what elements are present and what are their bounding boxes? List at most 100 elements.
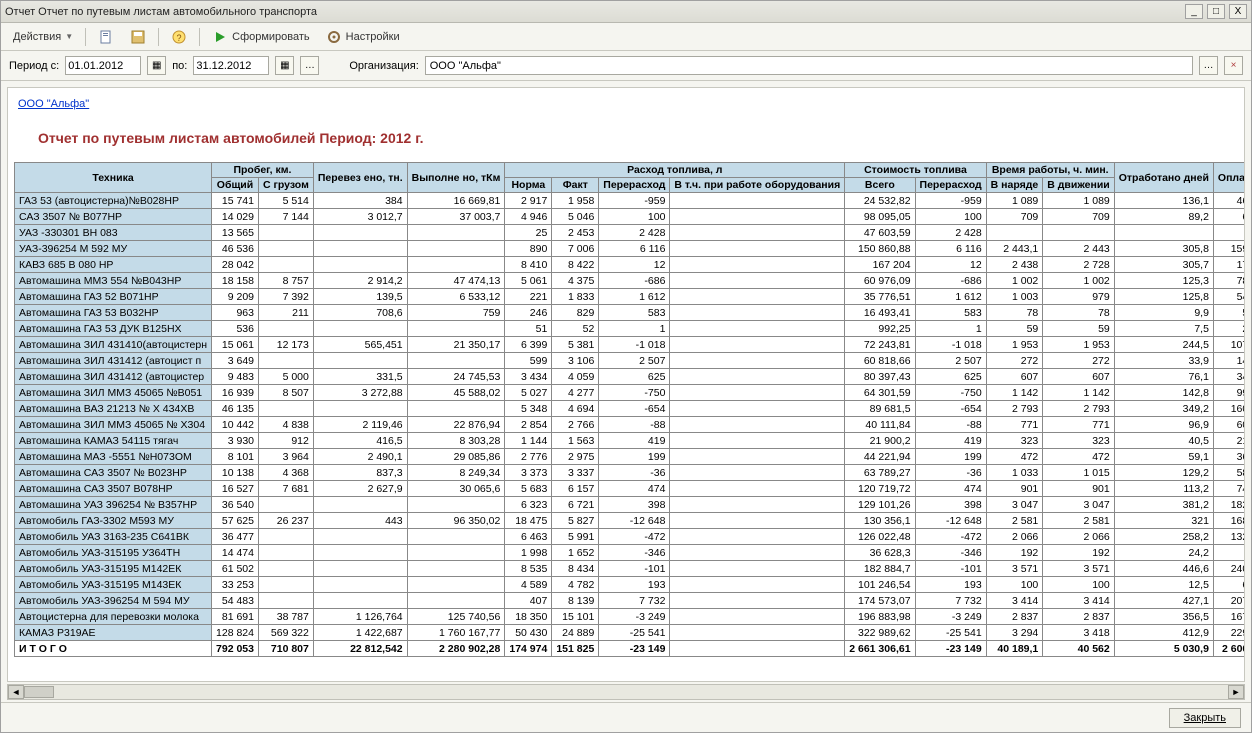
date-from-input[interactable] [65, 56, 141, 75]
table-row[interactable]: Автомашина ВАЗ 21213 № Х 434ХВ46 1355 34… [15, 401, 1246, 417]
separator [199, 28, 200, 46]
table-row[interactable]: Автомашина ЗИЛ 431412 (автоцист п3 64959… [15, 353, 1246, 369]
settings-button[interactable]: Настройки [320, 27, 406, 47]
cell-value: 2 917 [505, 193, 552, 209]
table-row[interactable]: УАЗ-396254 М 592 МУ46 5368907 0066 11615… [15, 241, 1246, 257]
cell-value [259, 321, 314, 337]
cell-value: 139,5 [313, 289, 407, 305]
cell-value: 16 939 [212, 385, 259, 401]
table-row[interactable]: Автомобиль УАЗ-315195 М143ЕК33 2534 5894… [15, 577, 1246, 593]
table-row[interactable]: Автомашина ЗИЛ 431410(автоцистерн15 0611… [15, 337, 1246, 353]
col-mileage: Пробег, км. [212, 163, 314, 178]
calendar-from-button[interactable]: ▦ [147, 56, 166, 75]
table-row[interactable]: Автомашина ЗИЛ ММЗ 45065 №В05116 9398 50… [15, 385, 1246, 401]
horizontal-scrollbar[interactable]: ◄ ► [7, 684, 1245, 700]
cell-value: 96,9 [1114, 417, 1213, 433]
toolbar: Действия ▼ ? Сформировать [1, 23, 1251, 51]
cell-value: 60 818,66 [845, 353, 915, 369]
org-input[interactable] [425, 56, 1193, 75]
cell-value [670, 321, 845, 337]
table-row[interactable]: Автомашина МАЗ -5551 №Н073ОМ8 1013 9642 … [15, 449, 1246, 465]
close-window-button[interactable]: X [1229, 4, 1247, 19]
table-row[interactable]: Автомашина САЗ 3507 № В023НР10 1384 3688… [15, 465, 1246, 481]
org-clear-button[interactable]: × [1224, 56, 1243, 75]
cell-value: 6 157 [552, 481, 599, 497]
cell-value: 89 681,5 [845, 401, 915, 417]
cell-value: 5 712 [1213, 545, 1245, 561]
cell-value [670, 433, 845, 449]
org-select-button[interactable]: … [1199, 56, 1218, 75]
cell-value: 45 588,02 [407, 385, 505, 401]
cell-value: -25 541 [599, 625, 670, 641]
help-icon: ? [171, 29, 187, 45]
table-row[interactable]: Автомашина ЗИЛ 431412 (автоцистер9 4835 … [15, 369, 1246, 385]
table-row[interactable]: САЗ 3507 № В077НР14 0297 1443 012,737 00… [15, 209, 1246, 225]
cell-value: 5 027 [505, 385, 552, 401]
report-viewport[interactable]: ООО "Альфа" Отчет по путевым листам авто… [7, 87, 1245, 682]
table-row[interactable]: Автомашина ГАЗ 53 В032НР963211708,675924… [15, 305, 1246, 321]
table-row[interactable]: Автомобиль УАЗ-315195 М142ЕК61 5028 5358… [15, 561, 1246, 577]
help-button[interactable]: ? [165, 27, 193, 47]
cell-value: 1 958 [552, 193, 599, 209]
cell-value: 1 002 [986, 273, 1043, 289]
generate-button[interactable]: Сформировать [206, 27, 316, 47]
cell-value: 992,25 [845, 321, 915, 337]
cell-name: Автомобиль УАЗ-315195 М142ЕК [15, 561, 212, 577]
cell-value: 412,9 [1114, 625, 1213, 641]
org-link[interactable]: ООО "Альфа" [18, 98, 89, 110]
cell-value: 381,2 [1114, 497, 1213, 513]
table-row[interactable]: Автомобиль ГАЗ-3302 М593 МУ57 62526 2374… [15, 513, 1246, 529]
cell-value [259, 561, 314, 577]
table-row[interactable]: Автомашина ГАЗ 53 ДУК В125НХ53651521992,… [15, 321, 1246, 337]
table-row[interactable]: УАЗ -330301 ВН 08313 565252 4532 42847 6… [15, 225, 1246, 241]
doc-icon-button[interactable] [92, 27, 120, 47]
cell-value: 18 350 [505, 609, 552, 625]
maximize-button[interactable]: □ [1207, 4, 1225, 19]
col-tech: Техника [15, 163, 212, 193]
separator [158, 28, 159, 46]
cell-value: 771 [1043, 417, 1114, 433]
table-row[interactable]: Автомашина ГАЗ 52 В071НР9 2097 392139,56… [15, 289, 1246, 305]
table-row[interactable]: Автомашина ММЗ 554 №В043НР18 1588 7572 9… [15, 273, 1246, 289]
cell-value: 771 [986, 417, 1043, 433]
save-icon-button[interactable] [124, 27, 152, 47]
cell-value: 16 669,81 [407, 193, 505, 209]
cell-value: 912 [259, 433, 314, 449]
cell-value: 5 282,75 [1213, 305, 1245, 321]
period-select-button[interactable]: … [300, 56, 319, 75]
scroll-thumb[interactable] [24, 686, 54, 698]
cell-value: 15 101 [552, 609, 599, 625]
calendar-to-button[interactable]: ▦ [275, 56, 294, 75]
cell-value: 150 860,88 [845, 241, 915, 257]
cell-value: 1 953 [1043, 337, 1114, 353]
cell-value: 2 443 [1043, 241, 1114, 257]
table-row[interactable]: Автоцистерна для перевозки молока81 6913… [15, 609, 1246, 625]
table-row[interactable]: Автомашина УАЗ 396254 № В357НР36 5406 32… [15, 497, 1246, 513]
cell-value: 569 322 [259, 625, 314, 641]
cell-value: 3 047 [1043, 497, 1114, 513]
actions-menu[interactable]: Действия ▼ [7, 29, 79, 45]
cell-value: 2 887,45 [1213, 321, 1245, 337]
cell-value: 536 [212, 321, 259, 337]
cell-value: 50 430 [505, 625, 552, 641]
scroll-left-button[interactable]: ◄ [8, 685, 24, 699]
date-to-input[interactable] [193, 56, 269, 75]
cell-value: 1 612 [915, 289, 986, 305]
table-row[interactable]: КАВЗ 685 В 080 НР28 0428 4108 42212167 2… [15, 257, 1246, 273]
cell-value: 2 975 [552, 449, 599, 465]
table-row[interactable]: Автомашина КАМАЗ 54115 тягач3 930912416,… [15, 433, 1246, 449]
table-row[interactable]: Автомашина САЗ 3507 В078НР16 5277 6812 6… [15, 481, 1246, 497]
table-row[interactable]: КАМАЗ Р319АЕ128 824569 3221 422,6871 760… [15, 625, 1246, 641]
table-row[interactable]: Автомобиль УАЗ 3163-235 С641ВК36 4776 46… [15, 529, 1246, 545]
cell-value: 6 463 [505, 529, 552, 545]
scroll-right-button[interactable]: ► [1228, 685, 1244, 699]
table-row[interactable]: Автомобиль УАЗ-315195 У364ТН14 4741 9981… [15, 545, 1246, 561]
close-button[interactable]: Закрыть [1169, 708, 1241, 728]
cell-value [259, 593, 314, 609]
table-row[interactable]: ГАЗ 53 (автоцистерна)№В028НР15 7415 5143… [15, 193, 1246, 209]
cell-value: 60 976,09 [845, 273, 915, 289]
minimize-button[interactable]: _ [1185, 4, 1203, 19]
col-transported: Перевез ено, тн. [313, 163, 407, 193]
table-row[interactable]: Автомобиль УАЗ-396254 М 594 МУ54 4834078… [15, 593, 1246, 609]
table-row[interactable]: Автомашина ЗИЛ ММЗ 45065 № Х30410 4424 8… [15, 417, 1246, 433]
